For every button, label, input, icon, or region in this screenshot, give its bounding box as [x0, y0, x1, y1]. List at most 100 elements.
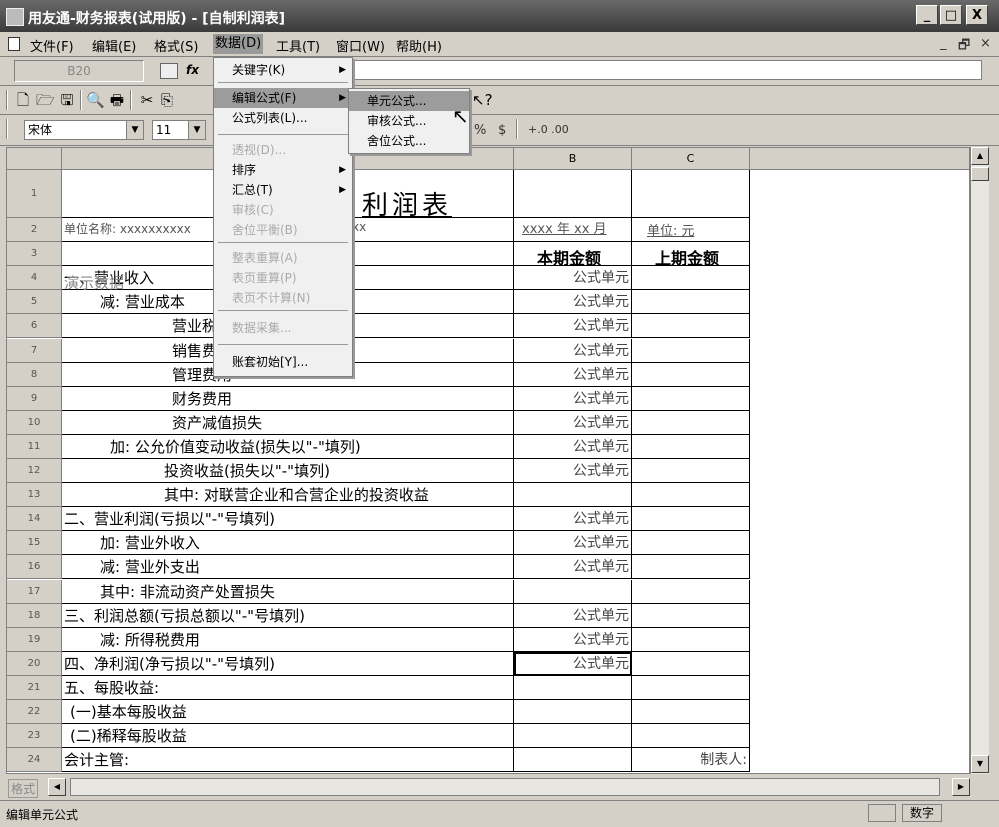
current-amount-cell[interactable]: 公式单元: [514, 651, 632, 676]
row-header[interactable]: 23: [7, 724, 62, 749]
column-header-c[interactable]: C: [632, 148, 750, 170]
row-header[interactable]: 12: [7, 459, 62, 484]
doc-close-button[interactable]: ×: [980, 36, 991, 51]
print-icon[interactable]: 🖶: [108, 91, 126, 109]
previous-amount-cell[interactable]: [632, 434, 750, 459]
label-cell[interactable]: 财务费用: [62, 386, 514, 411]
row-header[interactable]: 19: [7, 627, 62, 652]
row-header[interactable]: 15: [7, 531, 62, 556]
row-header[interactable]: 24: [7, 748, 62, 773]
current-amount-cell[interactable]: 公式单元: [514, 386, 632, 411]
previous-amount-cell[interactable]: [632, 507, 750, 532]
menu-format[interactable]: 格式(S): [154, 36, 198, 55]
current-amount-cell[interactable]: 公式单元: [514, 531, 632, 556]
close-button[interactable]: X: [966, 5, 988, 25]
fx-icon[interactable]: fx: [186, 63, 199, 77]
font-name-select[interactable]: 宋体 ▼: [24, 120, 144, 140]
label-cell[interactable]: 其中: 对联营企业和合营企业的投资收益: [62, 483, 514, 508]
label-cell[interactable]: (二)稀释每股收益: [62, 724, 514, 749]
vertical-scrollbar[interactable]: ▲ ▼: [970, 147, 989, 774]
copy-icon[interactable]: ⎘: [158, 91, 176, 109]
label-cell[interactable]: (一)基本每股收益: [62, 700, 514, 725]
previous-amount-cell[interactable]: [632, 362, 750, 387]
previous-amount-cell[interactable]: [632, 170, 750, 218]
current-amount-cell[interactable]: 公式单元: [514, 603, 632, 628]
previous-amount-cell[interactable]: [632, 531, 750, 556]
current-amount-cell[interactable]: 公式单元: [514, 362, 632, 387]
current-amount-cell[interactable]: 公式单元: [514, 290, 632, 315]
label-cell[interactable]: 减: 所得税费用: [62, 627, 514, 652]
font-size-select[interactable]: 11 ▼: [152, 120, 206, 140]
label-cell[interactable]: 五、每股收益:: [62, 675, 514, 700]
label-cell[interactable]: 投资收益(损失以"-"填列): [62, 459, 514, 484]
scroll-up-button[interactable]: ▲: [971, 147, 989, 165]
data-menu-item[interactable]: 汇总(T) ▶: [214, 180, 352, 200]
scroll-thumb[interactable]: [971, 167, 989, 181]
help-pointer-icon[interactable]: ↖?: [472, 91, 493, 109]
row-header[interactable]: 8: [7, 362, 62, 387]
label-cell[interactable]: 减: 营业外支出: [62, 555, 514, 580]
menu-audit-formula[interactable]: 审核公式...: [349, 111, 469, 131]
previous-amount-cell[interactable]: [632, 314, 750, 339]
row-header[interactable]: 7: [7, 338, 62, 363]
tab-scroll-right-button[interactable]: ▶: [952, 778, 970, 796]
data-menu-item[interactable]: 公式列表(L)...: [214, 108, 352, 128]
menu-rounding-formula[interactable]: 舍位公式...: [349, 131, 469, 151]
menu-window[interactable]: 窗口(W): [336, 36, 385, 55]
current-amount-cell[interactable]: 公式单元: [514, 555, 632, 580]
maximize-button[interactable]: □: [940, 5, 962, 25]
row-header[interactable]: 21: [7, 675, 62, 700]
row-header[interactable]: 3: [7, 242, 62, 267]
menu-data[interactable]: 数据(D): [213, 34, 264, 54]
current-amount-cell[interactable]: 公式单元: [514, 434, 632, 459]
sheet-tab-format[interactable]: 格式: [8, 779, 39, 798]
doc-restore-button[interactable]: 🗗: [958, 36, 970, 58]
current-amount-cell[interactable]: [514, 675, 632, 700]
data-menu-item[interactable]: 账套初始[Y]...: [214, 352, 352, 372]
previous-amount-cell[interactable]: [632, 700, 750, 725]
current-amount-cell[interactable]: [514, 724, 632, 749]
current-amount-cell[interactable]: 公式单元: [514, 314, 632, 339]
doc-minimize-button[interactable]: _: [940, 36, 947, 51]
current-amount-cell[interactable]: 公式单元: [514, 507, 632, 532]
new-file-icon[interactable]: 🗋: [14, 91, 32, 109]
row-header[interactable]: 10: [7, 410, 62, 435]
data-menu-item[interactable]: 编辑公式(F) ▶: [214, 88, 352, 108]
previous-amount-cell[interactable]: [632, 603, 750, 628]
previous-amount-cell[interactable]: [632, 266, 750, 291]
previous-amount-cell[interactable]: [632, 410, 750, 435]
label-cell[interactable]: 资产减值损失: [62, 410, 514, 435]
row-header[interactable]: 18: [7, 603, 62, 628]
percent-button[interactable]: %: [474, 123, 486, 138]
row-header[interactable]: 20: [7, 651, 62, 676]
row-header[interactable]: 1: [7, 170, 62, 218]
previous-amount-cell[interactable]: [632, 338, 750, 363]
label-cell[interactable]: 加: 公允价值变动收益(损失以"-"填列): [62, 434, 514, 459]
current-amount-cell[interactable]: [514, 748, 632, 773]
previous-amount-cell[interactable]: [632, 675, 750, 700]
row-header[interactable]: 17: [7, 579, 62, 604]
current-amount-cell[interactable]: 公式单元: [514, 266, 632, 291]
data-menu-item[interactable]: 关键字(K) ▶: [214, 60, 352, 80]
label-cell[interactable]: 三、利润总额(亏损总额以"-"号填列): [62, 603, 514, 628]
row-header[interactable]: 16: [7, 555, 62, 580]
cell-icon[interactable]: [160, 63, 178, 79]
save-icon[interactable]: 🖫: [58, 91, 76, 109]
previous-amount-cell[interactable]: [632, 724, 750, 749]
menu-cell-formula[interactable]: 单元公式...: [349, 91, 469, 111]
increase-decimal-button[interactable]: +.0 .00: [528, 123, 569, 136]
tab-scroll-left-button[interactable]: ◀: [48, 778, 66, 796]
row-header[interactable]: 6: [7, 314, 62, 339]
formula-input[interactable]: [352, 60, 982, 80]
scroll-down-button[interactable]: ▼: [971, 755, 989, 773]
label-cell[interactable]: 加: 营业外收入: [62, 531, 514, 556]
previous-amount-cell[interactable]: [632, 627, 750, 652]
menu-file[interactable]: 文件(F): [30, 36, 74, 55]
row-header[interactable]: 9: [7, 386, 62, 411]
data-menu-item[interactable]: 排序 ▶: [214, 160, 352, 180]
chevron-down-icon[interactable]: ▼: [126, 121, 143, 139]
current-amount-cell[interactable]: 公式单元: [514, 627, 632, 652]
previous-amount-cell[interactable]: 制表人:: [632, 748, 750, 773]
horizontal-scrollbar[interactable]: [70, 778, 940, 796]
row-header[interactable]: 22: [7, 700, 62, 725]
